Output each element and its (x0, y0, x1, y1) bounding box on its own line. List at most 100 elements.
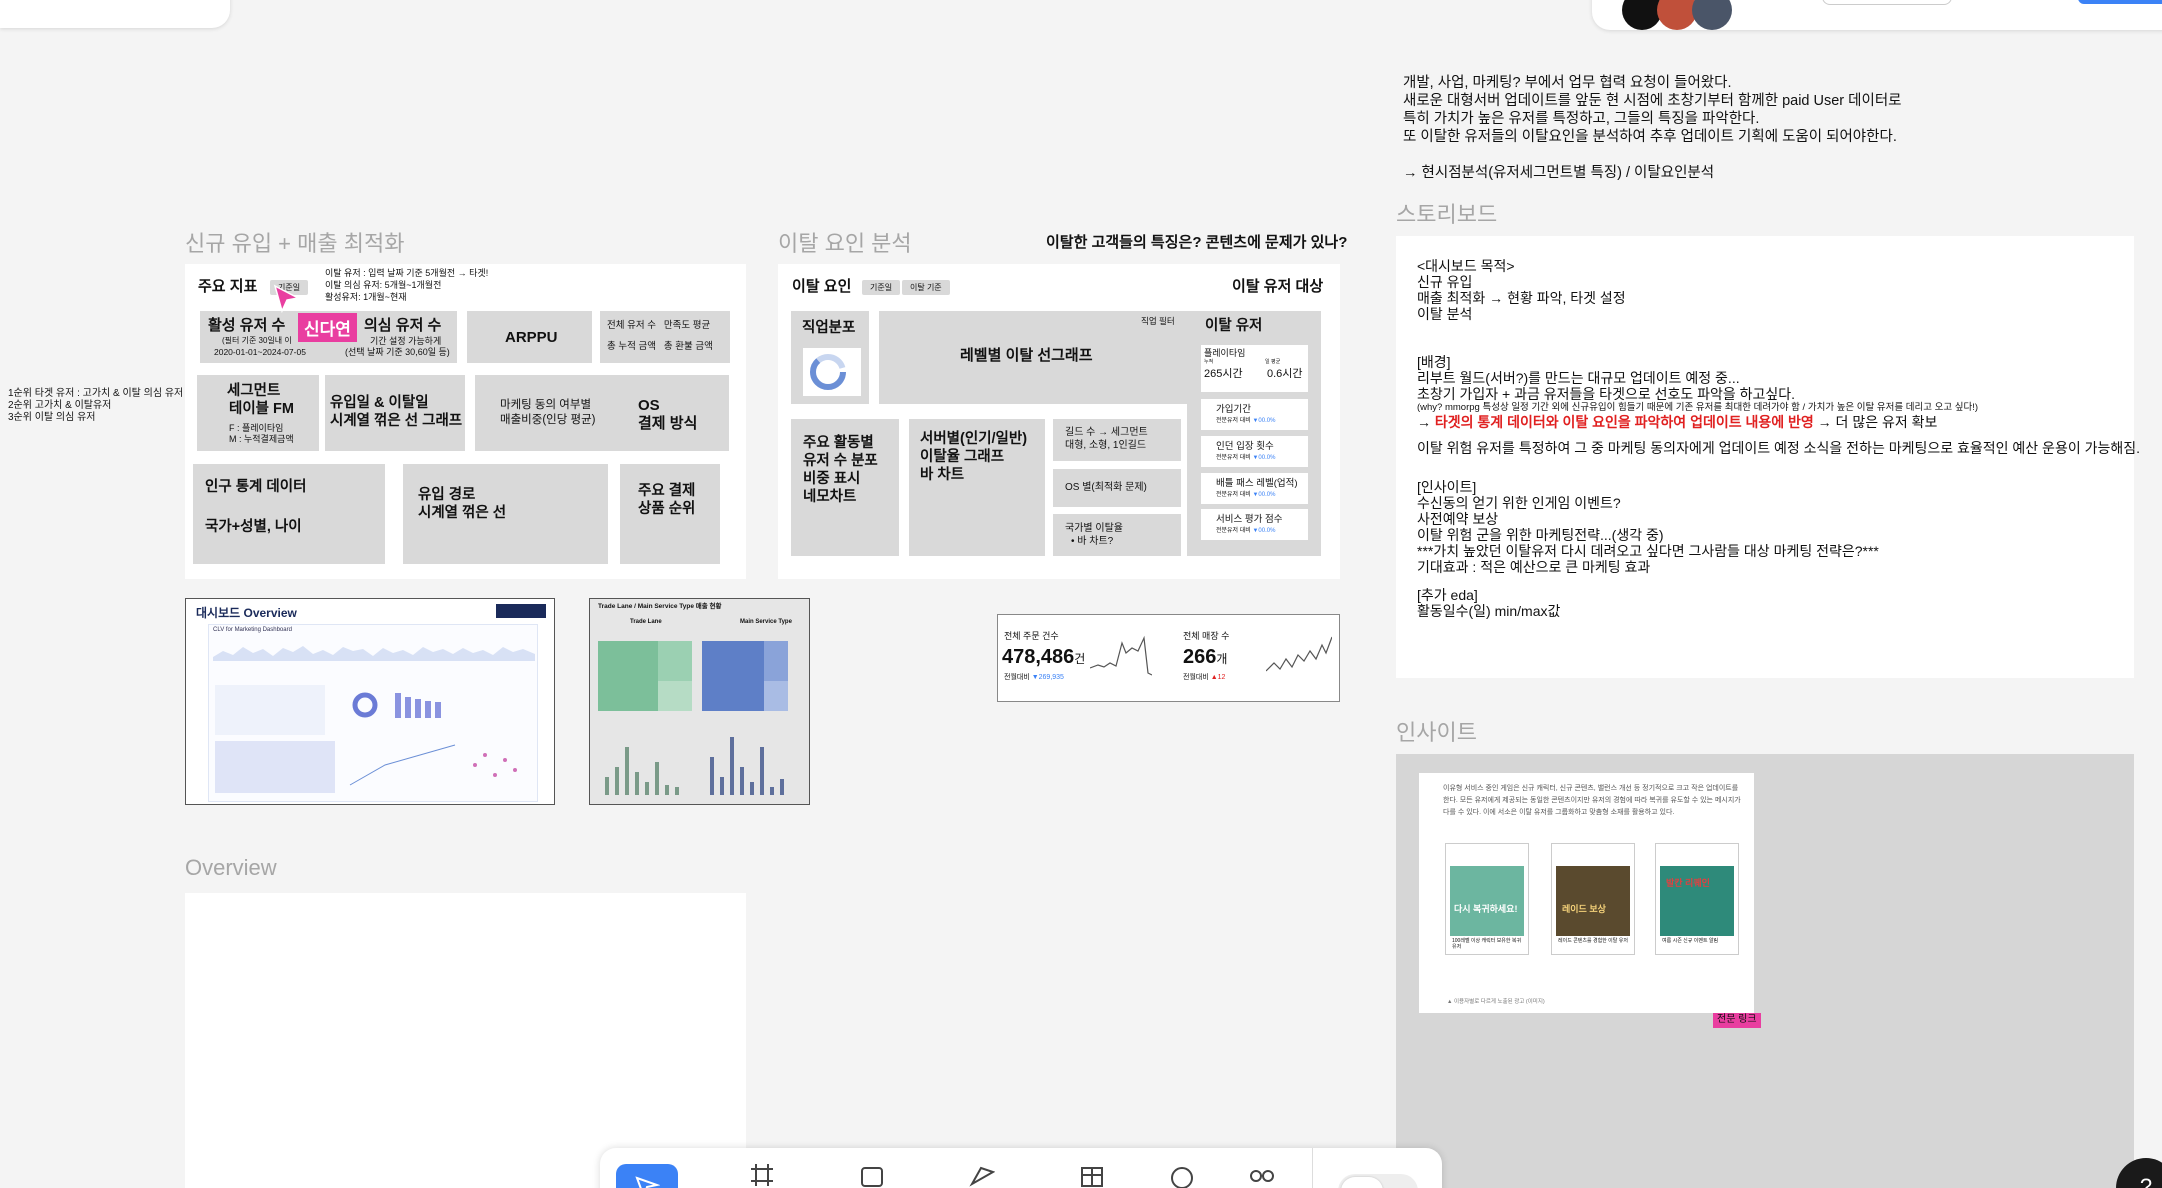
story-line: 초창기 가입자 + 과금 유저들을 타겟으로 선호도 파악을 하고싶다. (1417, 386, 1796, 402)
inflow-label: 시계열 꺾은 선 그래프 (330, 413, 463, 429)
demographics-box[interactable]: 인구 통계 데이터 국가+성별, 나이 (193, 464, 385, 564)
arppu-label: ARPPU (505, 329, 558, 346)
frame-tool-icon[interactable] (740, 1162, 784, 1188)
total-pay-line: 총 누적 금액 총 환불 금액 (607, 341, 713, 352)
activity-label: 주요 활동별 (803, 435, 874, 451)
segment-f: F : 플레이타임 (229, 423, 284, 433)
move-tool-icon[interactable] (616, 1164, 678, 1188)
kpi-thumbnail[interactable]: 전체 주문 건수 478,486건 전월대비 ▼269,935 전체 매장 수 … (997, 614, 1340, 702)
suspect-users-box[interactable]: 의심 유저 수 기간 설정 가능하게 (선택 날짜 기준 30,60일 등) (342, 311, 457, 363)
share-button[interactable] (1822, 0, 1952, 5)
trade-right-title: Main Service Type (740, 619, 792, 625)
inflow-box[interactable]: 유입일 & 이탈일 시계열 꺾은 선 그래프 (325, 375, 465, 451)
top-right-bar (1592, 0, 2162, 30)
frame-title-overview[interactable]: Overview (185, 855, 277, 881)
server-box[interactable]: 서버별(인기/일반) 이탈율 그래프 바 차트 (909, 419, 1045, 556)
toolbar-divider (1312, 1148, 1313, 1188)
server-label: 바 차트 (920, 467, 965, 483)
overview-inner: CLV for Marketing Dashboard (208, 624, 538, 802)
marketing-box[interactable]: 마케팅 동의 여부별 매출비중(인당 평균) OS 결제 방식 (475, 375, 729, 451)
comment-tool-icon[interactable] (1160, 1162, 1204, 1188)
more-tool-icon[interactable] (1240, 1162, 1284, 1188)
brief-text: 개발, 사업, 마케팅? 부에서 업무 협력 요청이 들어왔다. 새로운 대형서… (1403, 74, 1902, 182)
kpi1-sub: 전월대비 ▼269,935 (1004, 674, 1064, 683)
kpi2-sub: 전월대비 ▲12 (1183, 674, 1225, 683)
overview-frame[interactable] (185, 893, 746, 1188)
country-box[interactable]: 국가별 이탈율 • 바 차트? (1053, 514, 1181, 556)
country-label: 국가별 이탈율 (1065, 523, 1123, 534)
ad-post: 다시 복귀하세요! 100레벨 이상 캐릭터 보유한 복귀 유저 (1445, 843, 1529, 955)
kpi2-sparkline (1266, 636, 1332, 672)
story-line: [추가 eda] (1417, 587, 1478, 603)
churn-frame[interactable]: 이탈 요인 기준일 이탈 기준 이탈 유저 대상 직업분포 직업 필터 레벨별 … (778, 264, 1340, 579)
job-box[interactable]: 직업분포 (791, 311, 869, 404)
shape-tool-icon[interactable] (850, 1162, 894, 1188)
frame-title-acquisition[interactable]: 신규 유입 + 매출 최적화 (185, 226, 404, 258)
arppu-box[interactable]: ARPPU (467, 311, 592, 363)
active-users-sub: (필터 기준 30일내 이 (222, 336, 292, 345)
present-button[interactable] (2078, 0, 2162, 4)
storyboard-frame[interactable]: <대시보드 목적> 신규 유입 매출 최적화 → 현황 파악, 타겟 설정 이탈… (1396, 236, 2140, 678)
ad-post-title: 발칸 리퀘인 (1666, 878, 1710, 888)
metric-card: 인던 입장 횟수 전분유저 대비 ▼00.0% (1201, 436, 1308, 467)
story-suffix: → 더 많은 유저 확보 (1813, 414, 1938, 430)
frame-title-insight[interactable]: 인사이트 (1396, 715, 1477, 747)
story-line: → 타겟의 통계 데이터와 이탈 요인을 파악하여 업데이트 내용에 반영 → … (1417, 414, 2140, 430)
insight-body: 이유형 서비스 중인 게임은 신규 캐릭터, 신규 콘텐츠, 밸런스 개선 등 … (1443, 785, 1741, 816)
acquisition-frame[interactable]: 주요 지표 기준일 이탈 유저 : 입력 날짜 기준 5개월전 → 타겟! 이탈… (185, 264, 746, 579)
metric-card: 가입기간 전분유저 대비 ▼00.0% (1201, 399, 1308, 430)
story-line: 사전예약 보상 (1417, 511, 1499, 527)
guild-label: 대형, 소형, 1인길드 (1065, 440, 1147, 451)
avatar[interactable] (1622, 0, 1662, 30)
guild-box[interactable]: 길드 수 → 세그먼트 대형, 소형, 1인길드 (1053, 419, 1181, 461)
overview-logo (496, 604, 546, 618)
trade-left-title: Trade Lane (630, 619, 662, 625)
country-label: • 바 차트? (1071, 536, 1114, 547)
churned-title: 이탈 유저 (1205, 318, 1263, 334)
product-box[interactable]: 주요 결제 상품 순위 (620, 464, 720, 564)
source-link-badge[interactable]: 전문 링크 (1713, 1013, 1761, 1028)
kpi1-delta: ▼269,935 (1031, 674, 1064, 681)
suspect-users-sub: 기간 설정 가능하게 (370, 336, 442, 346)
avatar[interactable] (1657, 0, 1697, 30)
pen-tool-icon[interactable] (960, 1162, 1004, 1188)
segment-box[interactable]: 세그먼트 테이블 FM F : 플레이타임 M : 누적결제금액 (197, 375, 319, 451)
trade-lane-thumbnail[interactable]: Trade Lane / Main Service Type 매출 현황 Tra… (589, 598, 810, 805)
playtime-card: 플레이타임 누적 일 평균 265시간 0.6시간 (1201, 345, 1308, 392)
kpi1-value: 478,486건 (1002, 645, 1085, 670)
avatar[interactable] (1692, 0, 1732, 30)
activity-box[interactable]: 주요 활동별 유저 수 분포 비중 표시 네모차트 (791, 419, 899, 556)
ad-post-title: 레이드 보상 (1562, 904, 1606, 914)
kpi1-sparkline (1090, 635, 1152, 676)
frame-title-churn[interactable]: 이탈 요인 분석 (778, 226, 912, 258)
brief-line: → 현시점분석(유저세그먼트별 특징) / 이탈요인분석 (1403, 165, 1715, 181)
kpi-note: 활성유저: 1개월~현재 (325, 292, 407, 302)
kpi-note: 이탈 의심 유저: 5개월~1개월전 (325, 280, 442, 290)
date-tag[interactable]: 기준일 (862, 280, 901, 295)
churn-criteria-tag[interactable]: 이탈 기준 (902, 280, 950, 295)
level-churn-box[interactable]: 직업 필터 레벨별 이탈 선그래프 (879, 311, 1195, 404)
dashboard-overview-thumbnail[interactable]: 대시보드 Overview CLV for Marketing Dashboar… (185, 598, 555, 805)
kpi2-sub-text: 전월대비 (1183, 674, 1209, 681)
route-box[interactable]: 유입 경로 시계열 꺾은 선 (403, 464, 608, 564)
story-arrow: → (1417, 414, 1435, 430)
story-highlight: 타겟의 통계 데이터와 이탈 요인을 파악하여 업데이트 내용에 반영 (1434, 414, 1814, 430)
totals-box[interactable]: 전체 유저 수 만족도 평균 총 누적 금액 총 환불 금액 (600, 311, 730, 363)
active-users-label: 활성 유저 수 (208, 317, 286, 334)
brief-line: 특히 가치가 높은 유저를 특정하고, 그들의 특징을 파악한다. (1403, 111, 1760, 127)
metric-card: 배틀 패스 레벨(업적) 전분유저 대비 ▼00.0% (1201, 473, 1308, 504)
kpi1-sub-text: 전월대비 (1004, 674, 1030, 681)
churned-users-box[interactable]: 이탈 유저 플레이타임 누적 일 평균 265시간 0.6시간 가입기간 전분유… (1187, 311, 1321, 556)
demographics-label: 인구 통계 데이터 (205, 479, 307, 495)
insight-frame[interactable]: 이유형 서비스 중인 게임은 신규 캐릭터, 신규 콘텐츠, 밸런스 개선 등 … (1396, 754, 2134, 1188)
level-churn-label: 레벨별 이탈 선그래프 (960, 347, 1093, 364)
ad-post-caption: 레이드 콘텐츠를 경험한 이탈 유저 (1558, 938, 1628, 944)
dev-mode-toggle[interactable] (1338, 1174, 1418, 1188)
os-churn-box[interactable]: OS 별(최적화 문제) (1053, 469, 1181, 507)
frame-title-storyboard[interactable]: 스토리보드 (1396, 197, 1497, 229)
insight-card[interactable]: 이유형 서비스 중인 게임은 신규 캐릭터, 신규 콘텐츠, 밸런스 개선 등 … (1419, 773, 1754, 1013)
side-note-line: 2순위 고가치 & 이탈유저 (8, 400, 112, 411)
table-tool-icon[interactable] (1070, 1162, 1114, 1188)
playtime-sub: 누적 (1204, 359, 1214, 365)
marketing-label: 매출비중(인당 평균) (500, 414, 596, 426)
